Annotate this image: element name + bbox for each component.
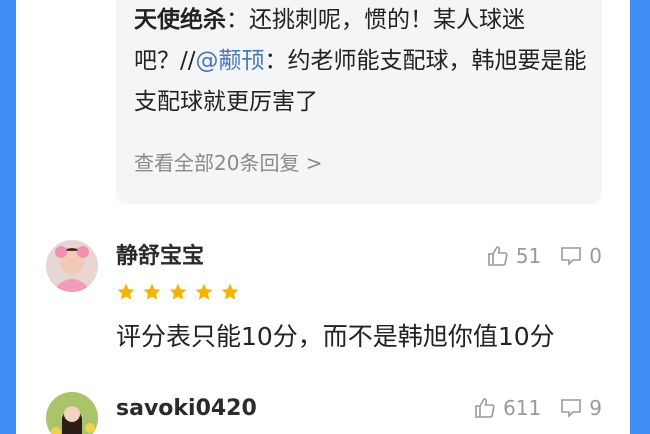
like-button[interactable]: 611 (473, 396, 541, 420)
comment-text: 评分表只能10分，而不是韩旭你值10分 (116, 322, 555, 351)
star-icon (195, 283, 213, 300)
reply-author[interactable]: 天使绝杀 (134, 7, 226, 33)
star-icon (221, 283, 239, 300)
like-button[interactable]: 51 (486, 244, 541, 268)
comment-icon (561, 247, 582, 266)
reply-preview-text: 天使绝杀：还挑刺呢，惯的！某人球迷吧？//@颟顸：约老师能支配球，韩旭要是能支配… (134, 0, 590, 123)
thumbs-up-icon (488, 246, 508, 266)
like-count: 611 (503, 396, 542, 420)
username[interactable]: 静舒宝宝 (116, 242, 204, 272)
username[interactable]: savoki0420 (116, 394, 257, 424)
reply-button[interactable]: 0 (559, 244, 602, 268)
reply-count: 9 (589, 396, 602, 420)
avatar[interactable] (46, 240, 98, 292)
reply-mention-link[interactable]: @颟顸 (196, 48, 265, 74)
star-icon (169, 283, 187, 300)
reply-preview-box: 天使绝杀：还挑刺呢，惯的！某人球迷吧？//@颟顸：约老师能支配球，韩旭要是能支配… (116, 0, 602, 204)
rating-stars (116, 282, 240, 302)
comment-actions: 51 0 (486, 244, 602, 268)
comments-panel: 天使绝杀：还挑刺呢，惯的！某人球迷吧？//@颟顸：约老师能支配球，韩旭要是能支配… (16, 0, 630, 434)
thumbs-up-icon (475, 398, 495, 418)
view-all-replies-link[interactable]: 查看全部20条回复 > (134, 148, 323, 178)
star-icon (143, 283, 161, 300)
reply-count: 0 (589, 244, 602, 268)
reply-button[interactable]: 9 (559, 396, 602, 420)
like-count: 51 (515, 244, 542, 268)
star-icon (117, 283, 135, 300)
comment-icon (561, 399, 582, 418)
comment-actions: 611 9 (473, 396, 602, 420)
avatar[interactable] (46, 392, 98, 434)
